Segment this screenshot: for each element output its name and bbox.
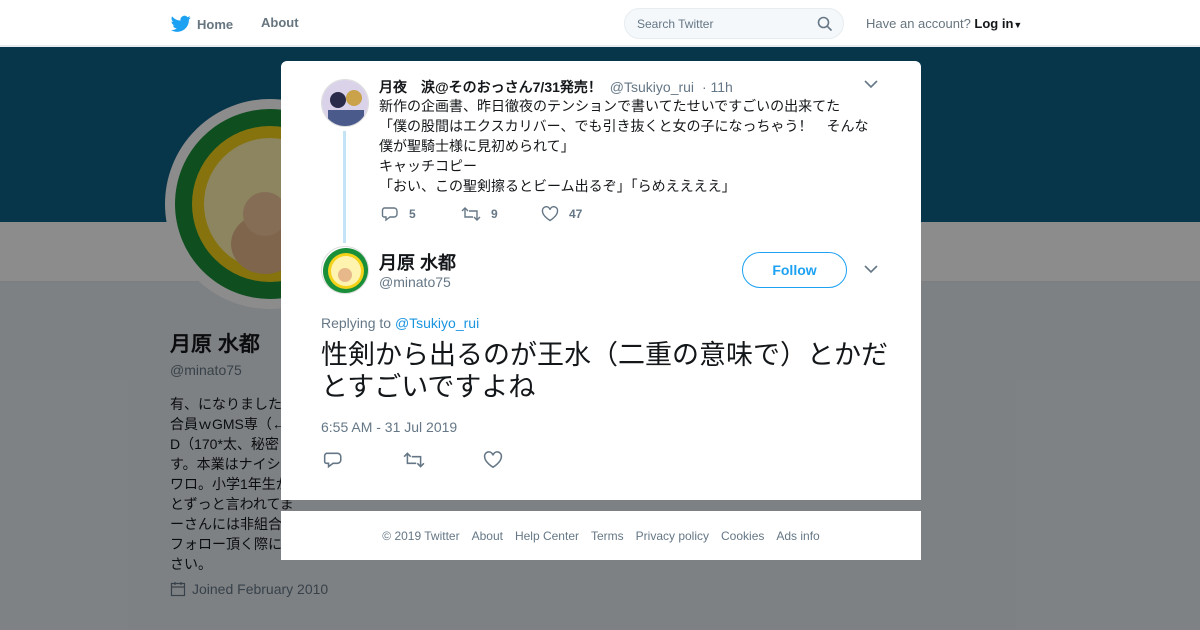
replying-to-link[interactable]: @Tsukiyo_rui: [395, 315, 479, 331]
twitter-bird-icon: [171, 15, 191, 32]
search-input[interactable]: Search Twitter: [624, 8, 844, 39]
replying-to: Replying to @Tsukiyo_rui: [321, 315, 479, 331]
close-icon[interactable]: [1154, 12, 1178, 36]
parent-avatar-image: [322, 80, 368, 126]
retweet-icon: [461, 207, 481, 221]
heart-icon: [483, 451, 503, 469]
search-icon[interactable]: [817, 16, 833, 32]
search-placeholder: Search Twitter: [637, 17, 714, 31]
footer-privacy[interactable]: Privacy policy: [636, 529, 709, 543]
parent-tweet-header: 月夜 涙@そのおっさん7/31発売！ @Tsukiyo_rui · 11h: [379, 77, 733, 97]
reply-button[interactable]: [323, 451, 403, 469]
heart-icon: [541, 206, 559, 222]
footer-ads-info[interactable]: Ads info: [776, 529, 819, 543]
retweet-button[interactable]: [403, 451, 483, 469]
like-count: 47: [569, 207, 583, 221]
parent-author-name[interactable]: 月夜 涙@そのおっさん7/31発売！: [379, 79, 602, 95]
footer-copyright: © 2019 Twitter: [382, 528, 460, 543]
reply-button[interactable]: 5: [381, 206, 461, 222]
reply-count: 5: [409, 207, 416, 221]
footer-help-center[interactable]: Help Center: [515, 529, 579, 543]
modal-footer: © 2019 Twitter About Help Center Terms P…: [281, 511, 921, 560]
nav-about[interactable]: About: [261, 15, 299, 30]
reply-icon: [381, 207, 398, 222]
footer-about[interactable]: About: [472, 529, 503, 543]
retweet-button[interactable]: 9: [461, 206, 541, 222]
chevron-down-icon[interactable]: [864, 264, 878, 274]
main-tweet-actions: [323, 451, 563, 469]
caret-down-icon: ▼: [1013, 20, 1023, 30]
thread-line: [343, 131, 346, 243]
account-question: Have an account?: [866, 16, 971, 31]
retweet-count: 9: [491, 207, 498, 221]
tweet-timestamp[interactable]: 6:55 AM - 31 Jul 2019: [321, 419, 457, 435]
follow-button[interactable]: Follow: [742, 252, 847, 288]
replying-label: Replying to: [321, 315, 392, 331]
top-nav: Home About Search Twitter Have an accoun…: [0, 0, 1200, 46]
nav-home-label: Home: [197, 16, 234, 32]
like-button[interactable]: [483, 451, 563, 469]
login-link[interactable]: Log in: [974, 16, 1013, 31]
parent-author-handle[interactable]: @Tsukiyo_rui: [610, 79, 694, 95]
main-author-name[interactable]: 月原 水都: [379, 249, 456, 275]
reply-icon: [323, 452, 342, 469]
chevron-down-icon[interactable]: [864, 79, 878, 89]
main-tweet-avatar[interactable]: [321, 246, 369, 294]
main-tweet-text: 性剣から出るのが王水（二重の意味で）とかだとすごいですよね: [321, 340, 888, 402]
footer-cookies[interactable]: Cookies: [721, 529, 764, 543]
tweet-modal: 月夜 涙@そのおっさん7/31発売！ @Tsukiyo_rui · 11h 新作…: [281, 61, 921, 500]
parent-tweet-actions: 5 9 47: [381, 206, 621, 222]
like-button[interactable]: 47: [541, 206, 621, 222]
retweet-icon: [403, 452, 425, 468]
parent-tweet-avatar[interactable]: [321, 79, 369, 127]
parent-tweet-time[interactable]: · 11h: [702, 79, 733, 95]
nav-about-label: About: [261, 15, 299, 30]
footer-terms[interactable]: Terms: [591, 529, 624, 543]
parent-tweet-text: 新作の企画書、昨日徹夜のテンションで書いてたせいですごいの出来てた 「僕の股間は…: [379, 98, 869, 194]
account-prompt: Have an account? Log in▼: [866, 16, 1022, 31]
main-author-handle[interactable]: @minato75: [379, 274, 451, 290]
main-avatar-image: [323, 248, 368, 293]
nav-home[interactable]: Home: [171, 15, 233, 33]
